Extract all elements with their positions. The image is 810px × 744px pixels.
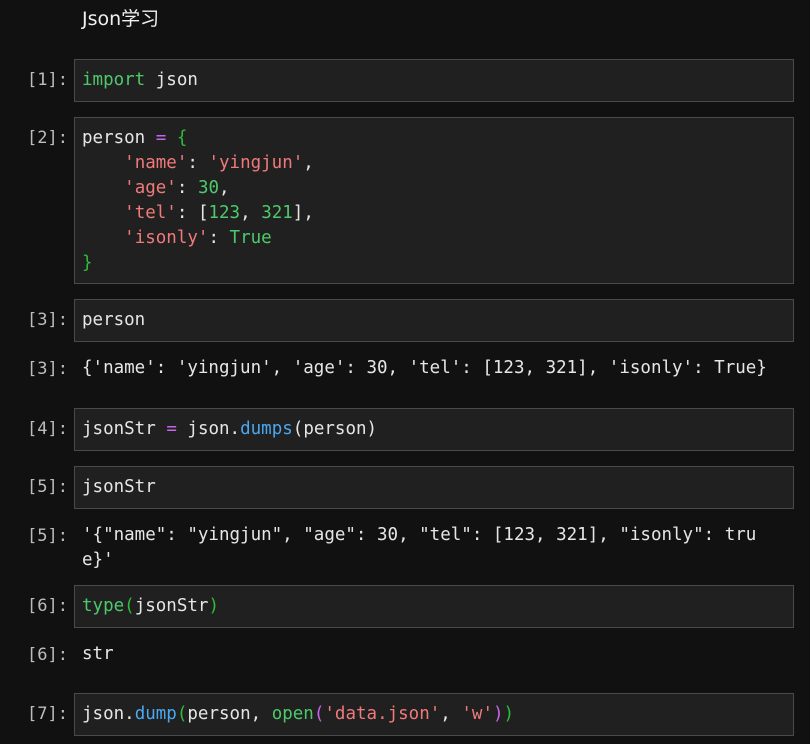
close-paren: ) [503,704,515,724]
list-value: 123 [208,203,241,223]
output-3-prompt: [3]: [27,359,68,379]
function-dumps: dumps [240,419,293,439]
markdown-title: Json学习 [82,8,160,30]
cell-6-prompt: [6]: [27,596,68,616]
close-paren: ) [492,704,504,724]
dict-value: 'yingjun' [208,153,304,173]
dict-value: 30 [197,178,220,198]
colon: : [176,178,188,198]
list-value: 321 [261,203,293,223]
cell-5-prompt: [5]: [27,477,68,497]
close-brace: } [82,253,93,273]
cell-4-input[interactable]: jsonStr = json.dumps(person) [74,408,794,451]
cell-2-input[interactable]: person = { 'name': 'yingjun', 'age': 30,… [74,117,794,284]
cell-1-prompt: [1]: [27,70,68,90]
comma: , [440,704,462,724]
builtin-type: type [82,596,125,616]
cell-3-input[interactable]: person [74,299,794,342]
call-args: (person) [292,419,378,439]
output-5-prompt: [5]: [27,526,68,546]
module-json: json. [82,704,135,724]
call-arg: jsonStr [134,596,209,616]
close-bracket: ], [292,203,314,223]
comma: , [240,203,251,223]
string-filename: 'data.json' [324,704,441,724]
colon: : [187,153,198,173]
cell-7-input[interactable]: json.dump(person, open('data.json', 'w')… [74,693,794,736]
builtin-open: open [271,704,314,724]
code-text: person [82,310,146,330]
cell-1-input[interactable]: import json [74,59,794,102]
open-paren: ( [313,704,325,724]
colon: : [208,228,219,248]
code-text: jsonStr [82,477,156,497]
cell-4-prompt: [4]: [27,419,68,439]
cell-7-prompt: [7]: [27,704,68,724]
operator-assign: = [155,128,167,148]
cell-2-prompt: [2]: [27,128,68,148]
var-jsonstr: jsonStr [82,419,156,439]
cell-5-input[interactable]: jsonStr [74,466,794,509]
open-brace: { [176,128,188,148]
open-paren: ( [176,704,188,724]
open-bracket: [ [197,203,209,223]
function-dump: dump [134,704,177,724]
close-paren: ) [208,596,220,616]
open-paren: ( [124,596,135,616]
call-arg: person, [187,704,272,724]
var-person: person [82,128,146,148]
code-text: json [145,70,198,90]
output-3-text: {'name': 'yingjun', 'age': 30, 'tel': [1… [82,358,767,378]
comma: , [219,178,230,198]
module-json: json. [187,419,241,439]
cell-3-prompt: [3]: [27,310,68,330]
output-6-text: str [82,644,114,664]
dict-key: 'name' [124,153,188,173]
output-6-prompt: [6]: [27,645,68,665]
dict-key: 'isonly' [124,228,209,248]
operator-assign: = [166,419,177,439]
output-5-text: '{"name": "yingjun", "age": 30, "tel": [… [82,525,757,570]
dict-value: True [229,228,272,248]
cell-6-input[interactable]: type(jsonStr) [74,585,794,628]
string-mode: 'w' [461,704,493,724]
comma: , [303,153,314,173]
dict-key: 'age' [124,178,177,198]
colon: : [176,203,188,223]
dict-key: 'tel' [124,203,177,223]
keyword-import: import [82,70,146,90]
